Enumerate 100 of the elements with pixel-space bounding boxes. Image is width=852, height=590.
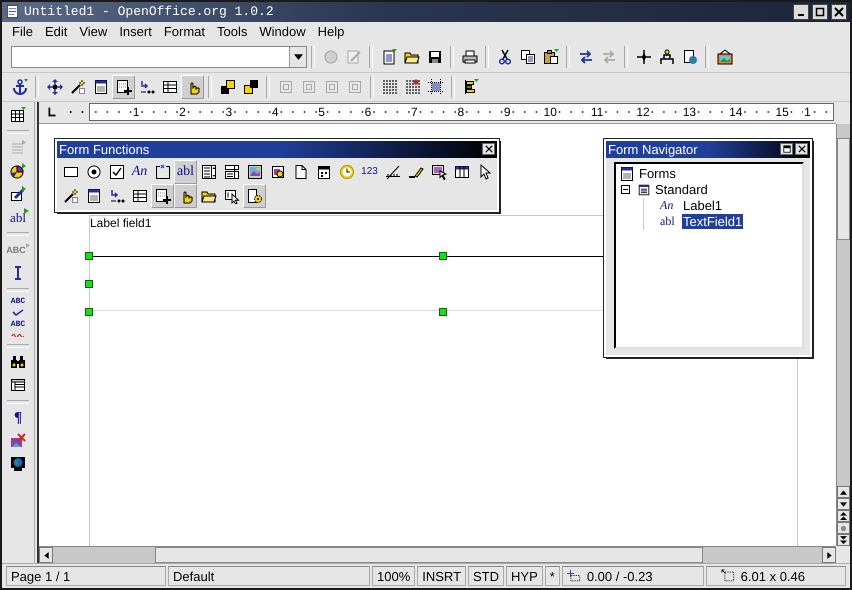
globe-document-icon	[682, 48, 698, 65]
expander-icon[interactable]	[621, 185, 630, 194]
list-box-icon	[200, 164, 216, 180]
scroll-thumb[interactable]	[155, 547, 703, 564]
picture-icon	[430, 164, 446, 180]
move-icon	[46, 78, 62, 95]
tree-item[interactable]: Standard	[654, 182, 709, 198]
menu-item[interactable]: Insert	[113, 24, 158, 40]
selection-handle[interactable]	[85, 252, 93, 260]
position-icon	[566, 569, 581, 584]
toolbar-button[interactable]: 123	[358, 160, 381, 184]
scroll-left-button[interactable]	[39, 547, 53, 564]
document-icon	[380, 48, 396, 65]
style-combo-box[interactable]	[11, 46, 307, 68]
tab-order-icon	[138, 78, 154, 95]
dropdown-arrow-icon	[294, 54, 302, 60]
combo-box-icon	[224, 164, 240, 180]
scroll-down-button[interactable]	[837, 498, 850, 510]
circle-icon	[322, 48, 338, 65]
menu-item[interactable]: Window	[253, 24, 312, 40]
arrows-icon	[578, 48, 594, 65]
toolbar-button[interactable]: ABC	[5, 318, 31, 341]
toolbar-button[interactable]	[151, 184, 174, 208]
form-sheet-icon	[86, 188, 102, 204]
selection-handle[interactable]	[439, 308, 447, 316]
triangle-icon	[26, 242, 30, 248]
close-button[interactable]	[795, 143, 808, 156]
selection-handle[interactable]	[85, 308, 93, 316]
frame-icon	[428, 78, 444, 95]
toolbar-button[interactable]	[243, 184, 266, 208]
horizontal-scrollbar[interactable]	[39, 546, 836, 564]
bars-icon	[462, 78, 478, 95]
navigation-button[interactable]	[837, 522, 850, 534]
align-icon	[324, 78, 340, 95]
clock-icon	[338, 164, 354, 180]
menu-item[interactable]: View	[73, 24, 114, 40]
document-icon	[5, 4, 20, 20]
table-icon	[10, 377, 26, 394]
toolbar-button[interactable]: ¶	[5, 406, 31, 430]
tree-item[interactable]: TextField1	[682, 214, 744, 230]
hyperlink-mode-status: HYP	[506, 566, 543, 586]
menu-item[interactable]: Tools	[211, 24, 254, 40]
maximize-button[interactable]	[812, 4, 828, 20]
list-icon	[10, 140, 26, 156]
restore-button[interactable]	[780, 143, 793, 156]
scroll-thumb[interactable]	[837, 138, 850, 240]
scroll-right-button[interactable]	[822, 547, 836, 564]
next-page-button[interactable]	[837, 534, 850, 546]
menu-item[interactable]: Edit	[38, 24, 74, 40]
grid-icon	[382, 78, 398, 95]
toolbar-button[interactable]: ABC	[5, 294, 31, 318]
copy-icon	[520, 48, 536, 65]
double-down-arrow-icon	[840, 536, 847, 544]
menu-item[interactable]: Format	[158, 24, 211, 40]
position-status: 0.00 / -0.23	[586, 568, 653, 584]
insert-mode-status: INSRT	[417, 566, 466, 586]
save-icon	[426, 48, 442, 65]
selection-handle[interactable]	[439, 252, 447, 260]
up-arrow-icon	[840, 490, 847, 495]
page-plus-icon	[116, 78, 132, 95]
printer-icon	[462, 48, 478, 65]
radio-icon	[86, 164, 102, 180]
table-icon	[162, 78, 178, 95]
previous-page-button[interactable]	[837, 510, 850, 522]
close-icon	[798, 145, 806, 154]
page-style-status: Default	[168, 566, 370, 586]
menu-item[interactable]: Help	[312, 24, 350, 40]
toolbar-button[interactable]	[174, 184, 197, 208]
size-icon	[720, 569, 735, 584]
binoculars-icon	[10, 354, 26, 370]
toolbar-button[interactable]	[112, 74, 135, 99]
edit-document-icon	[346, 48, 362, 65]
pedestal-icon	[658, 48, 674, 65]
close-icon	[484, 145, 492, 154]
tree-item[interactable]: Label1	[682, 198, 724, 214]
toolbar-button[interactable]: abl	[174, 160, 197, 184]
triangle-icon	[24, 208, 29, 214]
vertical-scrollbar[interactable]	[836, 124, 850, 546]
calendar-icon	[316, 164, 332, 180]
minimize-button[interactable]	[793, 4, 809, 20]
left-arrow-icon	[44, 552, 48, 559]
menu-item[interactable]: File	[6, 24, 39, 40]
gear-icon	[246, 188, 262, 204]
monitor-globe-icon	[10, 456, 26, 472]
toolbar-button[interactable]: An	[128, 160, 151, 184]
scroll-up-button[interactable]	[837, 486, 850, 498]
close-button[interactable]	[482, 143, 495, 156]
close-button[interactable]	[831, 4, 847, 20]
tree-item[interactable]: Forms	[638, 166, 677, 182]
toolbar-button[interactable]	[181, 74, 204, 99]
circle-icon	[840, 524, 847, 532]
layers-icon	[242, 78, 258, 95]
label-field: Label field1	[90, 216, 152, 230]
toolbar-button[interactable]: abl	[5, 206, 31, 229]
wand-icon	[70, 78, 86, 95]
arrows-icon	[600, 48, 616, 65]
anchor-icon	[12, 78, 28, 95]
scissors-icon	[496, 48, 512, 65]
wavy-line-icon	[11, 332, 24, 337]
selection-handle[interactable]	[85, 280, 93, 288]
